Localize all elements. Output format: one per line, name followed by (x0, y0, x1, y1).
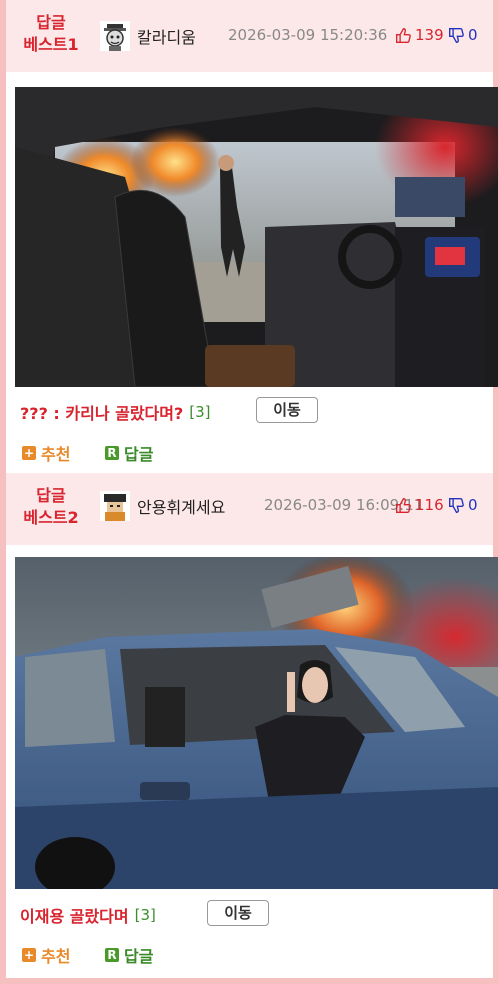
comment-count[interactable]: [3] (189, 403, 210, 421)
thumbs-up-icon (396, 27, 411, 43)
downvote-count: 0 (468, 496, 478, 514)
post-datetime: 2026-03-09 15:20:36 (228, 26, 388, 44)
thumbs-down-icon (449, 27, 464, 43)
best-reply-label: 답글 베스트1 (23, 13, 79, 54)
post-title-row-2: 이재용 골랐다며 [3] (20, 903, 156, 927)
downvote-count: 0 (468, 26, 478, 44)
reply-label: 답글 (124, 947, 154, 966)
post-title[interactable]: ??? : 카리나 골랐다며? (20, 400, 183, 424)
comment-count[interactable]: [3] (135, 906, 156, 924)
move-button[interactable]: 이동 (207, 900, 269, 926)
upvote-button[interactable]: 116 (395, 496, 444, 514)
plus-icon: + (22, 446, 36, 460)
move-button[interactable]: 이동 (256, 397, 318, 423)
post-title-row-1: ??? : 카리나 골랐다며? [3] (20, 400, 211, 424)
reply-label: 답글 (124, 445, 154, 464)
reply-button[interactable]: R 답글 (105, 943, 153, 967)
upvote-button[interactable]: 139 (395, 26, 444, 44)
post-image-1[interactable] (15, 87, 498, 387)
reply-r-icon: R (105, 948, 119, 962)
downvote-button[interactable]: 0 (448, 26, 478, 44)
user-avatar-1[interactable] (100, 21, 130, 51)
thumbs-down-icon (449, 497, 464, 513)
nickname[interactable]: 칼라디움 (137, 24, 196, 48)
upvote-count: 116 (415, 496, 444, 514)
recommend-button[interactable]: + 추천 (22, 441, 70, 465)
post-title[interactable]: 이재용 골랐다며 (20, 903, 129, 927)
recommend-button[interactable]: + 추천 (22, 943, 70, 967)
downvote-button[interactable]: 0 (448, 496, 478, 514)
best-reply-label: 답글 베스트2 (23, 486, 79, 527)
upvote-count: 139 (415, 26, 444, 44)
post-image-2[interactable] (15, 557, 498, 889)
thumbs-up-icon (396, 497, 411, 513)
recommend-label: 추천 (41, 947, 71, 966)
user-avatar-2[interactable] (100, 491, 130, 521)
reply-button[interactable]: R 답글 (105, 441, 153, 465)
nickname[interactable]: 안용휘계세요 (137, 494, 225, 518)
recommend-label: 추천 (41, 445, 71, 464)
plus-icon: + (22, 948, 36, 962)
reply-r-icon: R (105, 446, 119, 460)
